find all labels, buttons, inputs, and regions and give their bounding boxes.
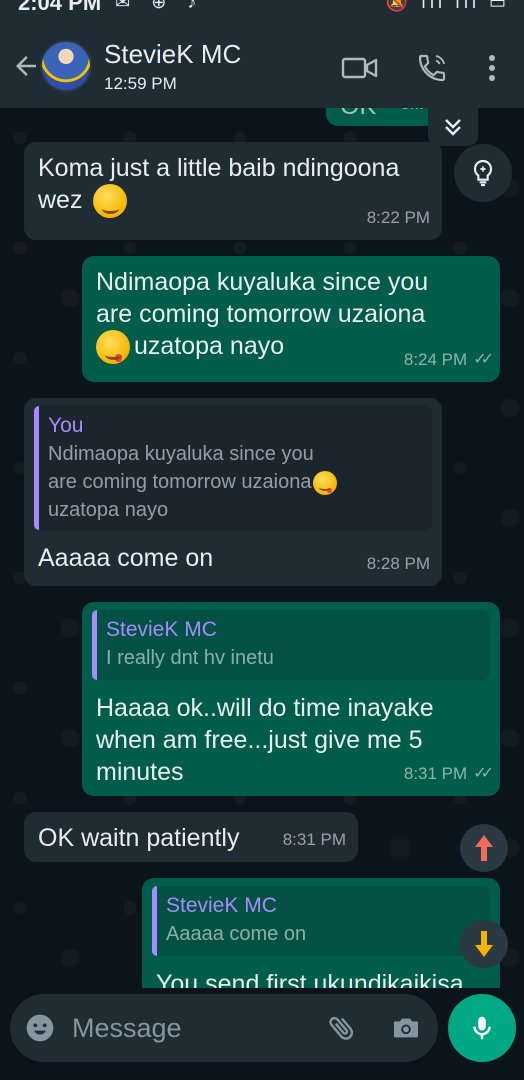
- message-bubble[interactable]: Koma just a little baib ndingoona wez 8:…: [24, 142, 442, 240]
- quote-text-line: Aaaaa come on: [166, 923, 307, 945]
- message-input[interactable]: Message: [72, 1013, 182, 1044]
- contact-info[interactable]: StevieK MC 12:59 PM: [104, 39, 241, 94]
- chat-header: StevieK MC 12:59 PM: [0, 24, 524, 108]
- quote-text-line: I really dnt hv inetu: [106, 647, 274, 669]
- quote-text-line: are coming tomorrow uzaiona: [48, 471, 312, 493]
- message-text: OK: [340, 108, 376, 120]
- notification-icons: ✉ ⊕ ♪: [115, 0, 205, 12]
- message-bubble[interactable]: StevieK MC Aaaaa come on You send first …: [142, 878, 500, 988]
- chat-area[interactable]: OK 8:.. Koma just a little baib ndingoon…: [0, 108, 524, 988]
- quoted-message[interactable]: StevieK MC Aaaaa come on: [152, 886, 490, 956]
- message-time: 8:31 PM: [282, 830, 346, 849]
- quote-text-line: uzatopa nayo: [48, 499, 169, 521]
- message-bubble[interactable]: StevieK MC I really dnt hv inetu Haaaa o…: [82, 602, 500, 796]
- attach-icon[interactable]: [326, 1012, 358, 1044]
- system-nav-bar: [0, 1066, 524, 1080]
- double-check-icon: ✓✓: [473, 351, 494, 368]
- message-text-line: uzatopa nayo: [134, 332, 285, 360]
- voice-call-icon[interactable]: [412, 48, 452, 88]
- quote-author: StevieK MC: [166, 894, 277, 917]
- message-text-line: Ndimaopa kuyaluka since you: [96, 268, 429, 296]
- emoji-icon[interactable]: [24, 1012, 56, 1044]
- quoted-message[interactable]: You Ndimaopa kuyaluka since you are comi…: [34, 406, 432, 530]
- status-time: 2:04 PM: [18, 0, 102, 15]
- message-bubble[interactable]: Ndimaopa kuyaluka since you are coming t…: [82, 256, 500, 382]
- message-bubble[interactable]: OK waitn patiently 8:31 PM: [24, 812, 358, 862]
- yum-emoji-icon: [313, 470, 338, 495]
- message-bubble[interactable]: You Ndimaopa kuyaluka since you are comi…: [24, 398, 442, 586]
- message-time: 8:31 PM ✓✓: [404, 758, 494, 790]
- message-text-line: are coming tomorrow uzaiona: [96, 300, 426, 328]
- message-bubble[interactable]: OK 8:..: [326, 108, 436, 126]
- quote-author: You: [48, 414, 84, 437]
- yum-emoji-icon: [96, 330, 130, 365]
- last-seen: 12:59 PM: [104, 73, 177, 93]
- message-time: 8:22 PM: [366, 208, 430, 227]
- smirk-emoji-icon: [93, 184, 128, 219]
- microphone-icon: [473, 1016, 491, 1040]
- quoted-message[interactable]: StevieK MC I really dnt hv inetu: [92, 610, 490, 680]
- jump-up-arrow-icon[interactable]: [460, 824, 508, 872]
- microphone-button[interactable]: [448, 994, 516, 1062]
- signal-battery-icons: 🔕 ıll ıll ▭: [385, 0, 510, 12]
- status-bar: 2:04 PM ✉ ⊕ ♪ 🔕 ıll ıll ▭: [0, 0, 524, 24]
- more-options-icon[interactable]: [472, 48, 512, 88]
- scroll-down-chevron-icon[interactable]: [428, 108, 478, 146]
- message-text-line: Koma just a little baib ndingoona: [38, 154, 400, 182]
- message-time: 8:24 PM ✓✓: [404, 344, 494, 376]
- video-call-icon[interactable]: [340, 48, 380, 88]
- message-text-line: when am free...just give me 5: [96, 726, 423, 754]
- camera-icon[interactable]: [390, 1012, 422, 1044]
- message-text-line: Haaaa ok..will do time inayake: [96, 694, 434, 722]
- message-text: You send first ukundikaikisa: [156, 970, 464, 988]
- message-text: OK waitn patiently: [38, 824, 240, 852]
- lightbulb-icon[interactable]: [454, 144, 512, 202]
- contact-name: StevieK MC: [104, 38, 242, 69]
- contact-avatar[interactable]: [40, 40, 92, 92]
- quote-text-line: Ndimaopa kuyaluka since you: [48, 443, 314, 465]
- double-check-icon: ✓✓: [473, 765, 494, 782]
- message-text-line: wez: [38, 186, 83, 214]
- quote-author: StevieK MC: [106, 618, 217, 641]
- message-time: 8:..: [400, 108, 424, 120]
- message-composer[interactable]: Message: [10, 994, 438, 1062]
- message-time: 8:28 PM: [366, 554, 430, 573]
- jump-down-arrow-icon[interactable]: [460, 920, 508, 968]
